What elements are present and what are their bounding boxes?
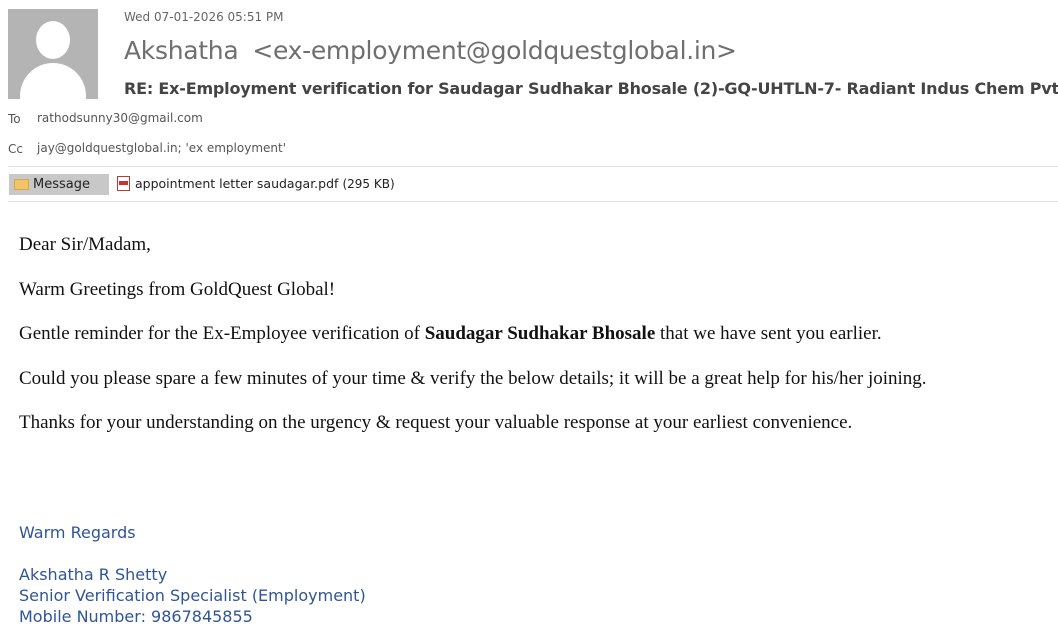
to-label: To: [8, 112, 21, 126]
envelope-icon: [14, 179, 29, 190]
message-tab[interactable]: Message: [9, 174, 109, 195]
sender-avatar[interactable]: [8, 9, 98, 99]
email-body: Dear Sir/Madam, Warm Greetings from Gold…: [19, 234, 1049, 457]
signature-mobile: Mobile Number: 9867845855: [19, 607, 253, 626]
body-line-4: Thanks for your understanding on the urg…: [19, 412, 853, 433]
email-header: Wed 07-01-2026 05:51 PM Akshatha <ex-empl…: [0, 0, 1058, 166]
body-line-2-pre: Gentle reminder for the Ex-Employee veri…: [19, 323, 425, 344]
signature-name: Akshatha R Shetty: [19, 565, 168, 584]
cc-label: Cc: [8, 142, 23, 156]
body-line-2-post: that we have sent you earlier.: [655, 323, 882, 344]
body-line-2: Gentle reminder for the Ex-Employee veri…: [19, 323, 1049, 368]
avatar-body-shape: [20, 63, 86, 99]
avatar-head-shape: [36, 21, 70, 59]
sender-address[interactable]: <ex-employment@goldquestglobal.in>: [252, 36, 737, 65]
attachment-name: appointment letter saudagar.pdf: [135, 176, 339, 191]
attachment-divider: [8, 201, 1058, 202]
greeting: Dear Sir/Madam,: [19, 234, 151, 255]
signature-title: Senior Verification Specialist (Employme…: [19, 586, 366, 605]
attachment-pdf[interactable]: appointment letter saudagar.pdf (295 KB): [117, 176, 395, 191]
sender-name[interactable]: Akshatha: [124, 36, 239, 65]
sent-date: Wed 07-01-2026 05:51 PM: [124, 10, 284, 24]
cc-recipients[interactable]: jay@goldquestglobal.in; 'ex employment': [37, 141, 286, 155]
employee-name: Saudagar Sudhakar Bhosale: [424, 323, 656, 344]
body-line-1: Warm Greetings from GoldQuest Global!: [19, 278, 336, 300]
email-subject: RE: Ex-Employment verification for Sauda…: [124, 79, 1058, 98]
attachment-size: (295 KB): [342, 176, 395, 191]
pdf-icon: [117, 176, 130, 191]
body-line-3: Could you please spare a few minutes of …: [19, 367, 927, 389]
to-recipients[interactable]: rathodsunny30@gmail.com: [37, 111, 203, 125]
signature-closing: Warm Regards: [19, 523, 136, 542]
attachment-bar: Message appointment letter saudagar.pdf …: [8, 172, 1058, 196]
header-divider: [8, 166, 1058, 167]
message-tab-label: Message: [33, 177, 90, 192]
sender[interactable]: Akshatha <ex-employment@goldquestglobal.i…: [124, 36, 737, 65]
